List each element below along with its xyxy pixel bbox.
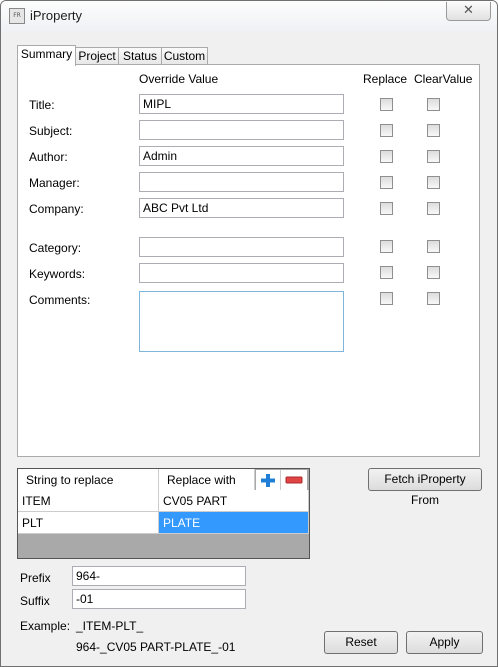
title-label: Title: (29, 98, 55, 112)
title-clear-checkbox[interactable] (427, 98, 440, 111)
manager-clear-checkbox[interactable] (427, 176, 440, 189)
comments-textarea[interactable] (139, 291, 344, 352)
apply-button[interactable]: Apply (406, 631, 483, 654)
table-row-1-replace[interactable]: CV05 PART (159, 490, 309, 512)
company-replace-checkbox[interactable] (380, 202, 393, 215)
app-icon: FR (9, 8, 25, 24)
reset-button[interactable]: Reset (324, 631, 398, 654)
minus-icon (285, 476, 303, 484)
subject-clear-checkbox[interactable] (427, 124, 440, 137)
keywords-input[interactable] (139, 263, 344, 283)
clearvalue-header: ClearValue (414, 72, 473, 86)
plus-icon (261, 474, 275, 487)
add-row-button[interactable] (256, 470, 281, 490)
prefix-label: Prefix (20, 571, 51, 585)
keywords-clear-checkbox[interactable] (427, 266, 440, 279)
author-label: Author: (29, 150, 68, 164)
table-row-2-replace[interactable]: PLATE (159, 512, 309, 534)
tab-project[interactable]: Project (75, 47, 119, 65)
example-pattern: _ITEM-PLT_ (76, 619, 144, 633)
override-value-header: Override Value (139, 72, 219, 86)
category-label: Category: (29, 241, 82, 255)
manager-label: Manager: (29, 176, 80, 190)
author-input[interactable]: Admin (139, 146, 344, 166)
category-input[interactable] (139, 237, 344, 257)
manager-replace-checkbox[interactable] (380, 176, 393, 189)
company-label: Company: (29, 202, 84, 216)
title-bar[interactable]: FR iProperty ✕ (1, 1, 497, 31)
string-replace-table: String to replace Replace with ITEM CV05… (17, 468, 310, 559)
table-header-replace-with[interactable]: Replace with (159, 469, 255, 491)
category-clear-checkbox[interactable] (427, 240, 440, 253)
subject-label: Subject: (29, 124, 73, 138)
fetch-iproperty-button[interactable]: Fetch iProperty From (368, 468, 482, 507)
iproperty-window: FR iProperty ✕ Summary Project Status Cu… (0, 0, 498, 667)
remove-row-button[interactable] (281, 470, 307, 490)
title-input[interactable]: MIPL (139, 94, 344, 114)
title-replace-checkbox[interactable] (380, 98, 393, 111)
company-input[interactable]: ABC Pvt Ltd (139, 198, 344, 218)
table-row-2-find[interactable]: PLT (18, 512, 159, 534)
keywords-replace-checkbox[interactable] (380, 266, 393, 279)
replace-header: Replace (363, 72, 408, 86)
tab-summary[interactable]: Summary (17, 45, 76, 66)
subject-input[interactable] (139, 120, 344, 140)
author-replace-checkbox[interactable] (380, 150, 393, 163)
table-header-string-to-replace[interactable]: String to replace (18, 469, 159, 491)
manager-input[interactable] (139, 172, 344, 192)
suffix-input[interactable]: -01 (72, 589, 246, 609)
category-replace-checkbox[interactable] (380, 240, 393, 253)
subject-replace-checkbox[interactable] (380, 124, 393, 137)
close-icon: ✕ (463, 3, 474, 18)
example-label: Example: (20, 619, 71, 633)
company-clear-checkbox[interactable] (427, 202, 440, 215)
suffix-label: Suffix (20, 594, 50, 608)
table-row-1-find[interactable]: ITEM (18, 490, 159, 512)
author-clear-checkbox[interactable] (427, 150, 440, 163)
comments-replace-checkbox[interactable] (380, 292, 393, 305)
keywords-label: Keywords: (29, 267, 86, 281)
tab-custom[interactable]: Custom (161, 47, 208, 65)
tab-status[interactable]: Status (118, 47, 162, 65)
comments-label: Comments: (29, 293, 91, 307)
example-result: 964-_CV05 PART-PLATE_-01 (76, 640, 236, 654)
prefix-input[interactable]: 964- (72, 566, 246, 586)
summary-tab-panel: Override Value Replace ClearValue Title:… (17, 64, 480, 457)
close-button[interactable]: ✕ (446, 2, 491, 21)
comments-clear-checkbox[interactable] (427, 292, 440, 305)
window-title: iProperty (30, 8, 83, 23)
